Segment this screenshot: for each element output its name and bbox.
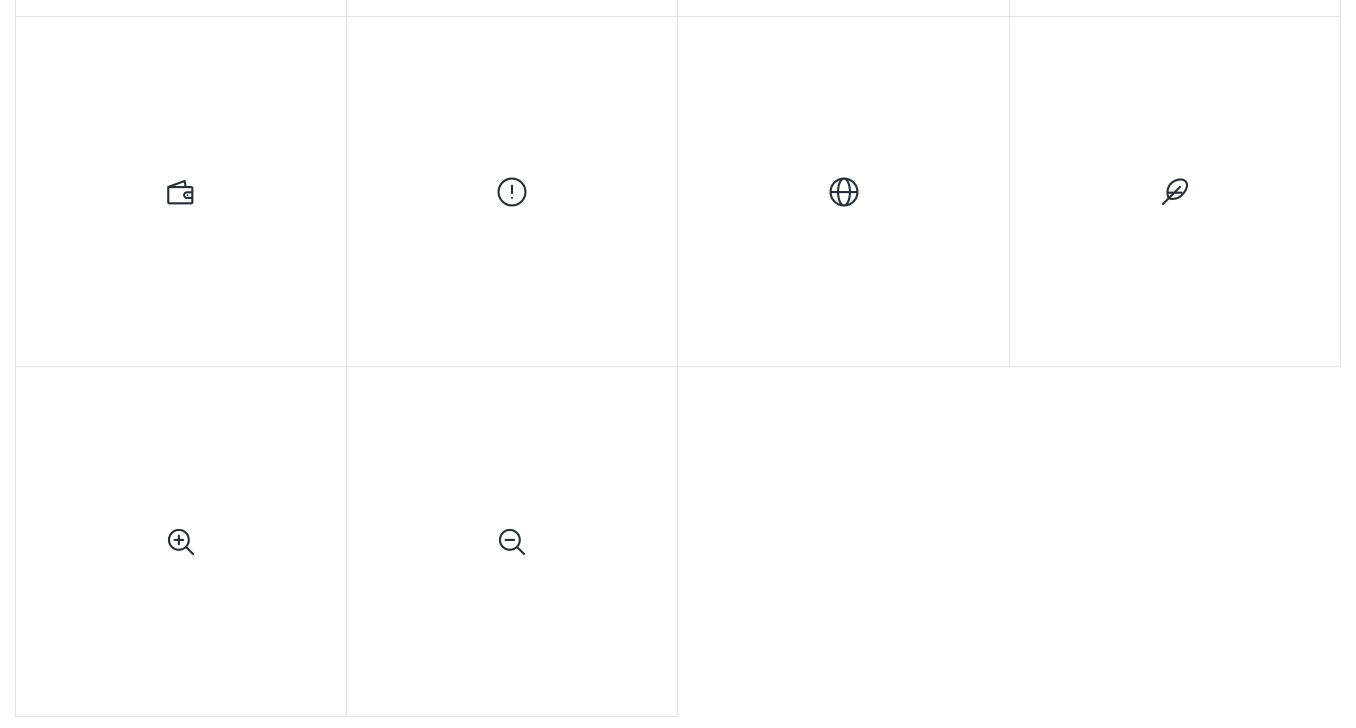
wallet-icon	[167, 179, 194, 204]
icon-cell-alert[interactable]	[346, 16, 678, 367]
icon-cell-feather[interactable]	[1009, 16, 1341, 367]
zoom-in-icon	[167, 528, 195, 555]
globe-icon	[828, 176, 859, 207]
icon-cell-zoom-out[interactable]	[346, 366, 678, 717]
icon-cell-zoom-in[interactable]	[15, 366, 347, 717]
zoom-out-icon	[498, 528, 526, 555]
icon-grid	[15, 0, 1341, 717]
icon-cell-partial-3[interactable]	[677, 0, 1010, 17]
feather-icon	[1161, 177, 1189, 205]
icon-cell-partial-4[interactable]	[1009, 0, 1341, 17]
alert-circle-icon	[497, 176, 527, 207]
icon-cell-wallet[interactable]	[15, 16, 347, 367]
icon-cell-partial-2[interactable]	[346, 0, 678, 17]
icon-cell-partial-1[interactable]	[15, 0, 347, 17]
icon-cell-globe[interactable]	[677, 16, 1010, 367]
